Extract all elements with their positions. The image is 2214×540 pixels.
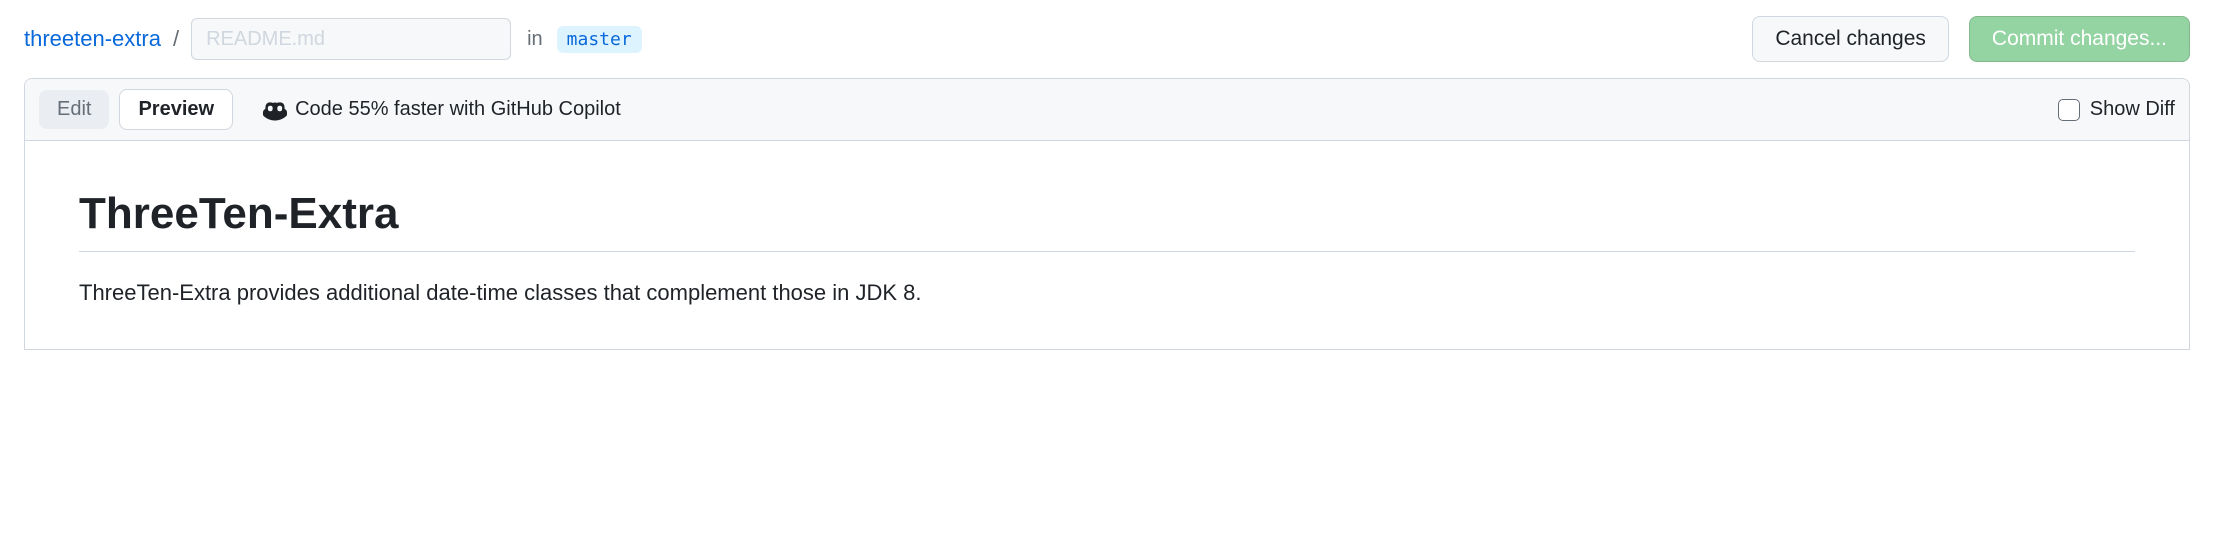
show-diff-toggle[interactable]: Show Diff (2058, 98, 2175, 121)
show-diff-checkbox[interactable] (2058, 99, 2080, 121)
cancel-button[interactable]: Cancel changes (1752, 16, 1949, 62)
commit-button[interactable]: Commit changes... (1969, 16, 2190, 62)
tab-preview[interactable]: Preview (119, 89, 233, 130)
topbar: threeten-extra / in master Cancel change… (0, 0, 2214, 78)
tabbar: Edit Preview Code 55% faster with GitHub… (25, 79, 2189, 141)
preview-heading: ThreeTen-Extra (79, 189, 2135, 252)
tab-edit[interactable]: Edit (39, 90, 109, 129)
breadcrumb-repo-link[interactable]: threeten-extra (24, 26, 161, 52)
editor-frame: Edit Preview Code 55% faster with GitHub… (24, 78, 2190, 350)
in-label: in (527, 28, 543, 51)
filename-input[interactable] (191, 18, 511, 60)
preview-paragraph: ThreeTen-Extra provides additional date-… (79, 276, 2135, 309)
preview-content: ThreeTen-Extra ThreeTen-Extra provides a… (25, 141, 2189, 349)
branch-badge[interactable]: master (557, 26, 642, 53)
show-diff-label: Show Diff (2090, 98, 2175, 121)
copilot-text: Code 55% faster with GitHub Copilot (295, 98, 621, 121)
copilot-promo[interactable]: Code 55% faster with GitHub Copilot (263, 98, 621, 122)
copilot-icon (263, 98, 287, 122)
breadcrumb-separator: / (173, 26, 179, 52)
